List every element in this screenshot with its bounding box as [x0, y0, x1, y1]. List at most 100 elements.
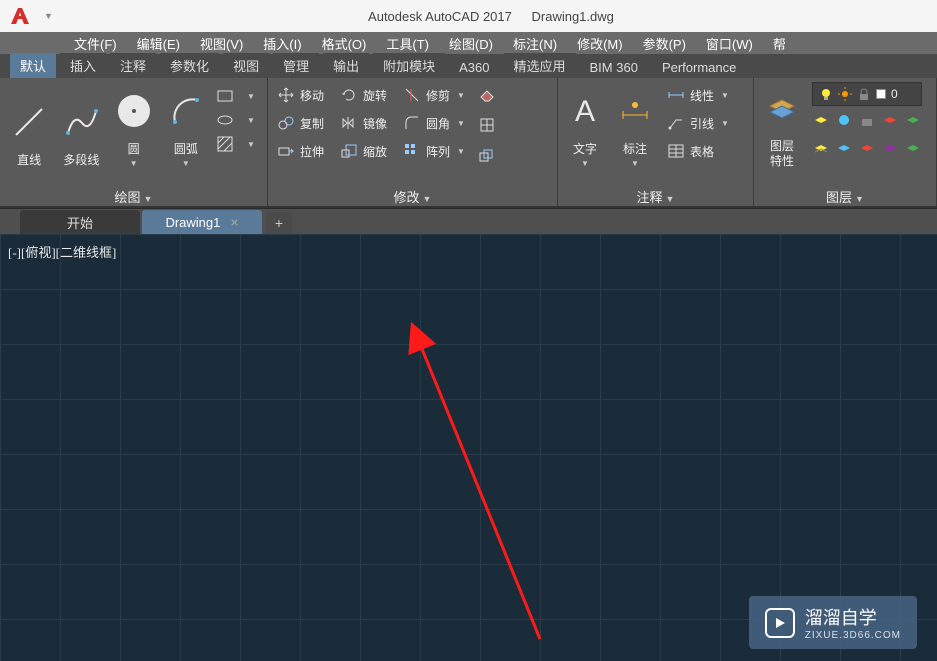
- menu-draw[interactable]: 绘图(D): [439, 32, 503, 55]
- play-icon: [765, 608, 795, 638]
- line-button[interactable]: 直线: [6, 82, 52, 170]
- rotate-button[interactable]: 旋转: [337, 82, 390, 108]
- panel-layers: 图层 特性 0: [754, 78, 937, 206]
- close-icon[interactable]: ×: [230, 214, 238, 230]
- scale-button[interactable]: 缩放: [337, 138, 390, 164]
- layer-lock-icon[interactable]: [858, 111, 876, 134]
- chevron-down-icon: ▼: [581, 159, 589, 168]
- table-button[interactable]: 表格: [664, 138, 732, 164]
- chevron-down-icon[interactable]: ▼: [241, 110, 261, 130]
- menu-parametric[interactable]: 参数(P): [633, 32, 696, 55]
- circle-icon: [116, 86, 152, 136]
- ribbon-tab-view[interactable]: 视图: [223, 53, 269, 78]
- layer-merge-icon[interactable]: [881, 139, 899, 162]
- dropdown-icon[interactable]: ▼: [44, 11, 53, 21]
- menu-dimension[interactable]: 标注(N): [503, 32, 567, 55]
- stretch-icon: [277, 142, 295, 160]
- ribbon-tab-parametric[interactable]: 参数化: [160, 53, 219, 78]
- layer-properties-icon: [764, 85, 800, 135]
- viewport-label[interactable]: [-][俯视][二维线框]: [8, 242, 116, 261]
- chevron-down-icon: ▼: [457, 91, 465, 100]
- drawing-canvas[interactable]: [-][俯视][二维线框] 溜溜自学 ZIXUE.3D66.COM: [0, 234, 937, 661]
- ribbon-tab-bim360[interactable]: BIM 360: [580, 57, 648, 78]
- ribbon: 直线 多段线 圆 ▼ 圆弧 ▼ ▼: [0, 78, 937, 208]
- ribbon-tab-addins[interactable]: 附加模块: [373, 53, 445, 78]
- leader-button[interactable]: 引线▼: [664, 110, 732, 136]
- layer-walk-icon[interactable]: [858, 139, 876, 162]
- linear-icon: [667, 86, 685, 104]
- ribbon-tab-featured[interactable]: 精选应用: [504, 53, 576, 78]
- move-button[interactable]: 移动: [274, 82, 327, 108]
- layer-isolate-icon[interactable]: [904, 111, 922, 134]
- menu-format[interactable]: 格式(O): [312, 32, 377, 55]
- lightbulb-on-icon: [819, 87, 833, 101]
- menu-window[interactable]: 窗口(W): [696, 32, 763, 55]
- ribbon-tab-manage[interactable]: 管理: [273, 53, 319, 78]
- mirror-button[interactable]: 镜像: [337, 110, 390, 136]
- chevron-down-icon: ▼: [423, 194, 432, 204]
- ribbon-tab-performance[interactable]: Performance: [652, 57, 746, 78]
- panel-title-draw[interactable]: 绘图▼: [6, 186, 261, 206]
- layer-off-icon[interactable]: [881, 111, 899, 134]
- menu-tools[interactable]: 工具(T): [376, 32, 439, 55]
- menu-view[interactable]: 视图(V): [190, 32, 253, 55]
- copy-icon: [277, 114, 295, 132]
- menu-help[interactable]: 帮: [763, 32, 796, 55]
- linear-dim-button[interactable]: 线性▼: [664, 82, 732, 108]
- scale-icon: [340, 142, 358, 160]
- new-document-button[interactable]: +: [266, 212, 292, 234]
- trim-button[interactable]: 修剪▼: [400, 82, 468, 108]
- menu-edit[interactable]: 编辑(E): [127, 32, 190, 55]
- layer-freeze-icon[interactable]: [835, 111, 853, 134]
- rotate-icon: [340, 86, 358, 104]
- doc-tab-start[interactable]: 开始: [20, 210, 140, 234]
- ribbon-tab-default[interactable]: 默认: [10, 53, 56, 78]
- title-bar: ▼ Autodesk AutoCAD 2017 Drawing1.dwg: [0, 0, 937, 32]
- erase-icon[interactable]: [478, 85, 496, 108]
- explode-icon[interactable]: [478, 116, 496, 139]
- panel-title-annotation[interactable]: 注释▼: [564, 186, 747, 206]
- chevron-down-icon[interactable]: ▼: [241, 134, 261, 154]
- doc-tab-drawing1[interactable]: Drawing1 ×: [142, 210, 262, 234]
- ribbon-tab-strip: 默认 插入 注释 参数化 视图 管理 输出 附加模块 A360 精选应用 BIM…: [0, 54, 937, 78]
- layer-delete-icon[interactable]: [904, 139, 922, 162]
- lock-icon: [857, 87, 871, 101]
- line-icon: [11, 97, 47, 147]
- menu-modify[interactable]: 修改(M): [567, 32, 633, 55]
- ribbon-tab-output[interactable]: 输出: [323, 53, 369, 78]
- svg-text:A: A: [575, 95, 595, 128]
- ribbon-tab-insert[interactable]: 插入: [60, 53, 106, 78]
- app-title: Autodesk AutoCAD 2017: [368, 9, 512, 24]
- layer-properties-button[interactable]: 图层 特性: [760, 82, 804, 170]
- leader-icon: [667, 114, 685, 132]
- layer-state-icon[interactable]: [812, 111, 830, 134]
- ribbon-tab-a360[interactable]: A360: [449, 57, 499, 78]
- hatch-icon[interactable]: [215, 134, 235, 154]
- layer-previous-icon[interactable]: [835, 139, 853, 162]
- chevron-down-icon[interactable]: ▼: [241, 86, 261, 106]
- table-icon: [667, 142, 685, 160]
- array-button[interactable]: 阵列▼: [400, 138, 468, 164]
- ellipse-icon[interactable]: [215, 110, 235, 130]
- layer-match-icon[interactable]: [812, 139, 830, 162]
- stretch-button[interactable]: 拉伸: [274, 138, 327, 164]
- circle-button[interactable]: 圆 ▼: [111, 82, 157, 170]
- fillet-icon: [403, 114, 421, 132]
- fillet-button[interactable]: 圆角▼: [400, 110, 468, 136]
- offset-icon[interactable]: [478, 147, 496, 170]
- arc-button[interactable]: 圆弧 ▼: [163, 82, 209, 170]
- menu-insert[interactable]: 插入(I): [253, 32, 311, 55]
- panel-modify: 移动 复制 拉伸 旋转 镜像 缩放 修剪▼ 圆角▼ 阵列▼ 修改▼: [268, 78, 558, 206]
- watermark-url: ZIXUE.3D66.COM: [805, 630, 901, 641]
- layer-selector[interactable]: 0: [812, 82, 922, 106]
- polyline-button[interactable]: 多段线: [58, 82, 104, 170]
- menu-bar: 文件(F) 编辑(E) 视图(V) 插入(I) 格式(O) 工具(T) 绘图(D…: [0, 32, 937, 54]
- panel-title-modify[interactable]: 修改▼: [274, 186, 551, 206]
- ribbon-tab-annotate[interactable]: 注释: [110, 53, 156, 78]
- text-button[interactable]: A 文字 ▼: [564, 82, 606, 170]
- dimension-button[interactable]: 标注 ▼: [614, 82, 656, 170]
- menu-file[interactable]: 文件(F): [64, 32, 127, 55]
- copy-button[interactable]: 复制: [274, 110, 327, 136]
- panel-title-layers[interactable]: 图层▼: [760, 186, 930, 206]
- rectangle-icon[interactable]: [215, 86, 235, 106]
